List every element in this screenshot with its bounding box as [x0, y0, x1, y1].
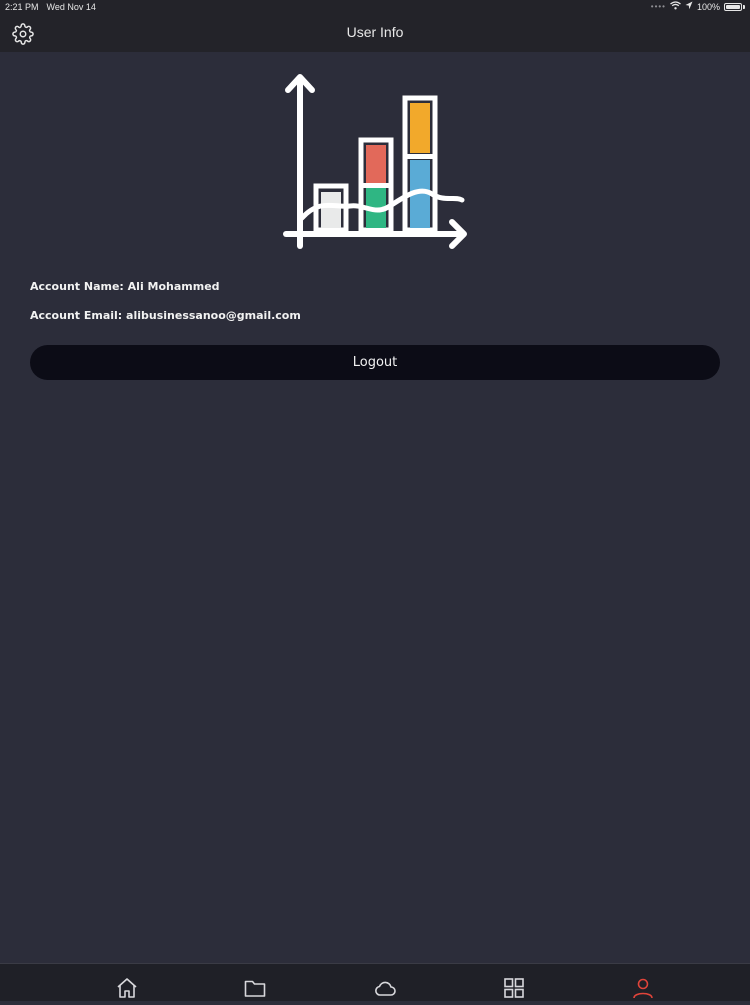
navigation-bar: User Info [0, 14, 750, 52]
account-name-row: Account Name: Ali Mohammed [30, 280, 220, 293]
wifi-icon [670, 1, 681, 12]
location-icon [685, 1, 693, 12]
status-date: Wed Nov 14 [46, 2, 96, 12]
page-title: User Info [346, 24, 404, 40]
cloud-icon[interactable] [373, 976, 399, 1000]
bar-chart-icon [280, 68, 470, 254]
battery-percent: 100% [696, 1, 720, 12]
status-time: 2:21 PM [5, 2, 39, 12]
battery-icon [724, 2, 742, 11]
user-icon[interactable] [631, 976, 657, 1000]
account-email-value: alibusinessanoo@gmail.com [126, 309, 301, 322]
status-bar: 2:21 PM Wed Nov 14 •••• 100% [0, 0, 750, 14]
grid-icon[interactable] [502, 976, 528, 1000]
home-icon[interactable] [115, 976, 141, 1000]
account-email-row: Account Email: alibusinessanoo@gmail.com [30, 309, 301, 322]
account-name-value: Ali Mohammed [127, 280, 220, 293]
account-email-label: Account Email: [30, 309, 123, 322]
folder-icon[interactable] [243, 976, 269, 1000]
account-name-label: Account Name: [30, 280, 124, 293]
logout-button[interactable]: Logout [30, 345, 720, 380]
tab-bar [0, 963, 750, 1001]
signal-dots: •••• [650, 2, 666, 11]
battery-tip [743, 4, 745, 9]
